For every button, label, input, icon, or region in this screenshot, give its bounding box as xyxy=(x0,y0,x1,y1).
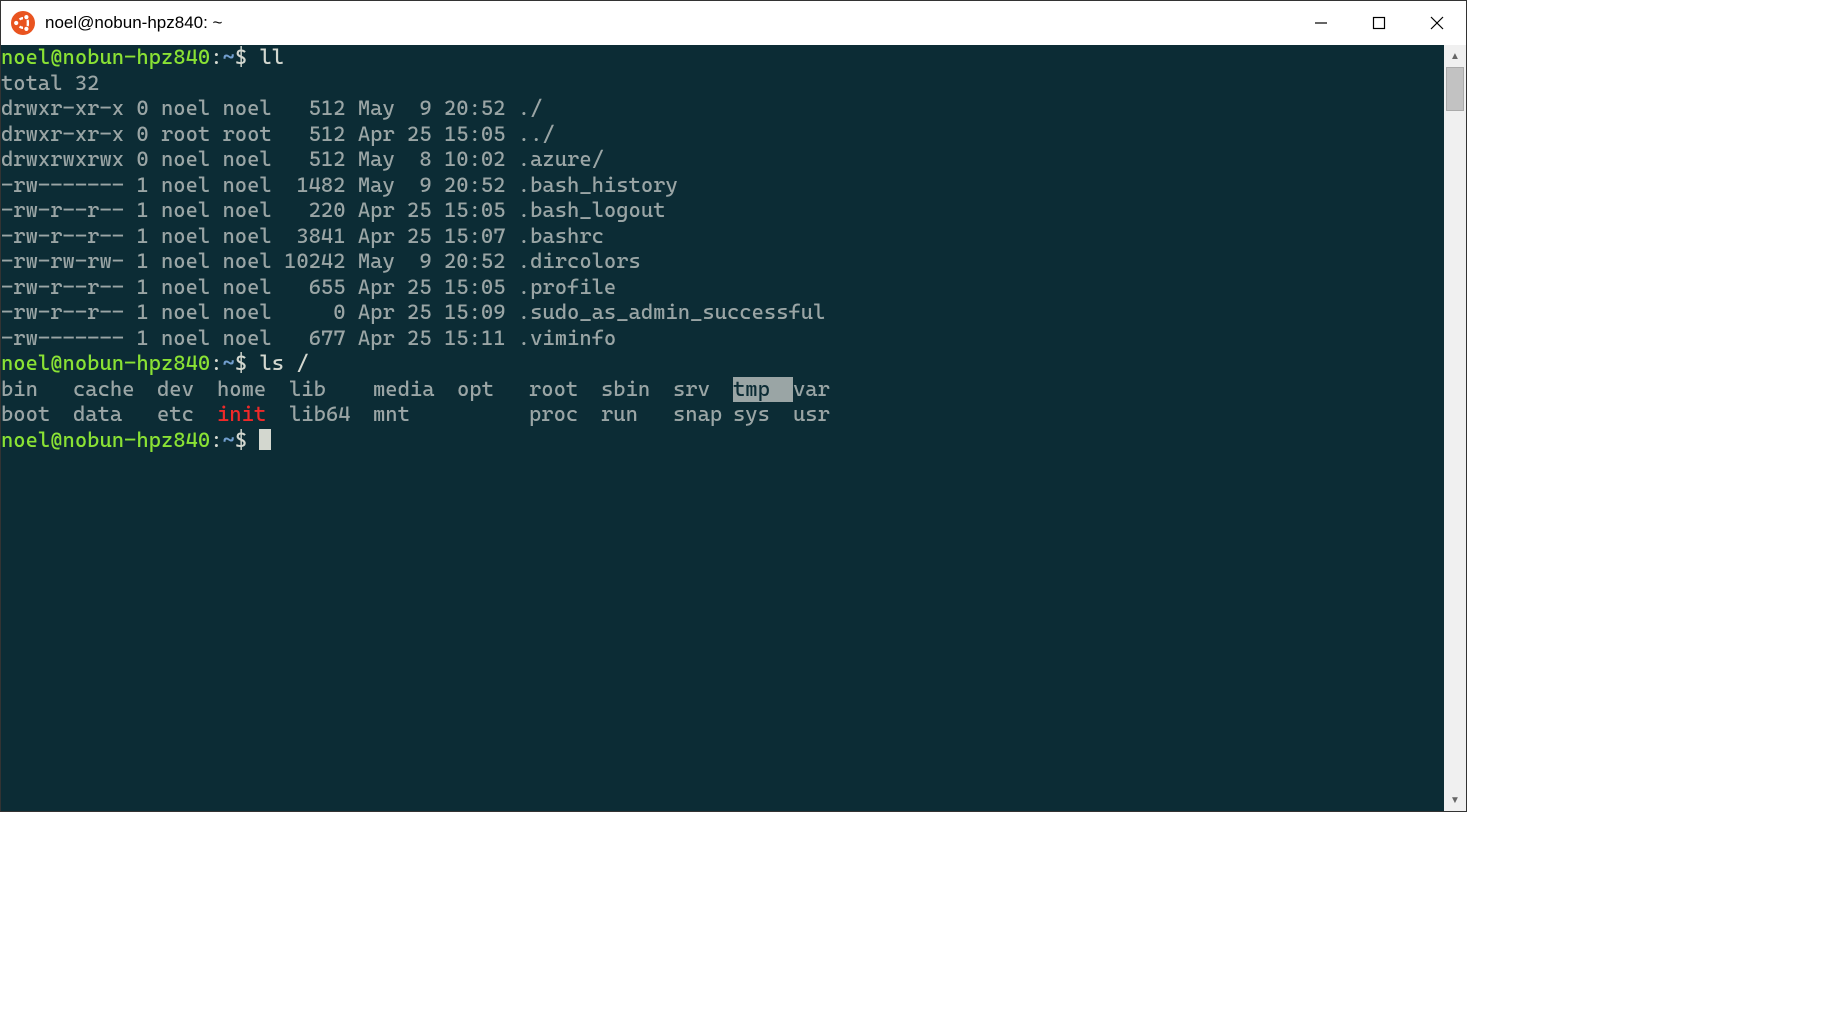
ll-row: -rw-r--r-- 1 noel noel 0 Apr 25 15:09 .s… xyxy=(1,300,1444,326)
ls-entry: lib64 xyxy=(289,402,373,428)
scroll-thumb[interactable] xyxy=(1446,67,1464,111)
ls-entry: boot xyxy=(1,402,73,428)
ls-entry: usr xyxy=(793,402,841,428)
window-title: noel@nobun-hpz840: ~ xyxy=(45,13,1292,33)
ls-entry: run xyxy=(601,402,673,428)
close-icon xyxy=(1430,16,1444,30)
maximize-button[interactable] xyxy=(1350,1,1408,45)
ls-entry: cache xyxy=(73,377,157,403)
ll-row: -rw------- 1 noel noel 677 Apr 25 15:11 … xyxy=(1,326,1444,352)
ls-entry: media xyxy=(373,377,457,403)
ll-row: -rw-r--r-- 1 noel noel 220 Apr 25 15:05 … xyxy=(1,198,1444,224)
terminal-line: noel@nobun-hpz840:~$ xyxy=(1,428,1444,454)
ls-row: bincachedevhomelibmediaoptrootsbinsrvtmp… xyxy=(1,377,1444,403)
ll-row: -rw-r--r-- 1 noel noel 655 Apr 25 15:05 … xyxy=(1,275,1444,301)
ls-entry: data xyxy=(73,402,157,428)
ls-entry: mnt xyxy=(373,402,457,428)
prompt-path: ~ xyxy=(223,45,235,69)
ls-entry: tmp xyxy=(733,377,793,403)
terminal-line: noel@nobun-hpz840:~$ ll xyxy=(1,45,1444,71)
ubuntu-icon xyxy=(11,11,35,35)
ls-entry: bin xyxy=(1,377,73,403)
ls-entry: snap xyxy=(673,402,733,428)
prompt-path: ~ xyxy=(223,351,235,375)
scroll-up-icon[interactable]: ▲ xyxy=(1444,45,1466,67)
ls-entry: sbin xyxy=(601,377,673,403)
scroll-down-icon[interactable]: ▼ xyxy=(1444,789,1466,811)
ls-entry: lib xyxy=(289,377,373,403)
terminal-cursor xyxy=(259,429,271,450)
prompt-colon: : xyxy=(210,45,222,69)
ls-entry: srv xyxy=(673,377,733,403)
ls-entry: proc xyxy=(529,402,601,428)
window-controls xyxy=(1292,1,1466,45)
titlebar[interactable]: noel@nobun-hpz840: ~ xyxy=(1,1,1466,45)
terminal-area[interactable]: noel@nobun-hpz840:~$ lltotal 32drwxr-xr-… xyxy=(1,45,1444,811)
maximize-icon xyxy=(1372,16,1386,30)
ll-row: -rw------- 1 noel noel 1482 May 9 20:52 … xyxy=(1,173,1444,199)
ls-entry: dev xyxy=(157,377,217,403)
prompt-colon: : xyxy=(210,428,222,452)
terminal-line: noel@nobun-hpz840:~$ ls / xyxy=(1,351,1444,377)
minimize-icon xyxy=(1314,16,1328,30)
prompt-dollar: $ xyxy=(235,428,247,452)
prompt-user-host: noel@nobun-hpz840 xyxy=(1,45,210,69)
ls-entry: sys xyxy=(733,402,793,428)
command-text: ls / xyxy=(259,351,308,375)
prompt-user-host: noel@nobun-hpz840 xyxy=(1,351,210,375)
prompt-dollar: $ xyxy=(235,45,247,69)
ll-row: drwxrwxrwx 0 noel noel 512 May 8 10:02 .… xyxy=(1,147,1444,173)
prompt-path: ~ xyxy=(223,428,235,452)
prompt-user-host: noel@nobun-hpz840 xyxy=(1,428,210,452)
prompt-colon: : xyxy=(210,351,222,375)
ls-entry: var xyxy=(793,377,841,403)
ls-entry: opt xyxy=(457,377,529,403)
ls-entry: etc xyxy=(157,402,217,428)
ls-entry: root xyxy=(529,377,601,403)
command-text: ll xyxy=(259,45,284,69)
minimize-button[interactable] xyxy=(1292,1,1350,45)
ll-row: drwxr-xr-x 0 noel noel 512 May 9 20:52 .… xyxy=(1,96,1444,122)
terminal-window: noel@nobun-hpz840: ~ noel@nobun-hpz840:~… xyxy=(0,0,1467,812)
ll-row: -rw-rw-rw- 1 noel noel 10242 May 9 20:52… xyxy=(1,249,1444,275)
prompt-dollar: $ xyxy=(235,351,247,375)
ls-entry: home xyxy=(217,377,289,403)
close-button[interactable] xyxy=(1408,1,1466,45)
ll-row: drwxr-xr-x 0 root root 512 Apr 25 15:05 … xyxy=(1,122,1444,148)
scrollbar[interactable]: ▲ ▼ xyxy=(1444,45,1466,811)
terminal-line: total 32 xyxy=(1,71,1444,97)
ls-entry: init xyxy=(217,402,289,428)
ls-row: bootdataetcinitlib64mnt procrunsnapsysusr xyxy=(1,402,1444,428)
ll-row: -rw-r--r-- 1 noel noel 3841 Apr 25 15:07… xyxy=(1,224,1444,250)
